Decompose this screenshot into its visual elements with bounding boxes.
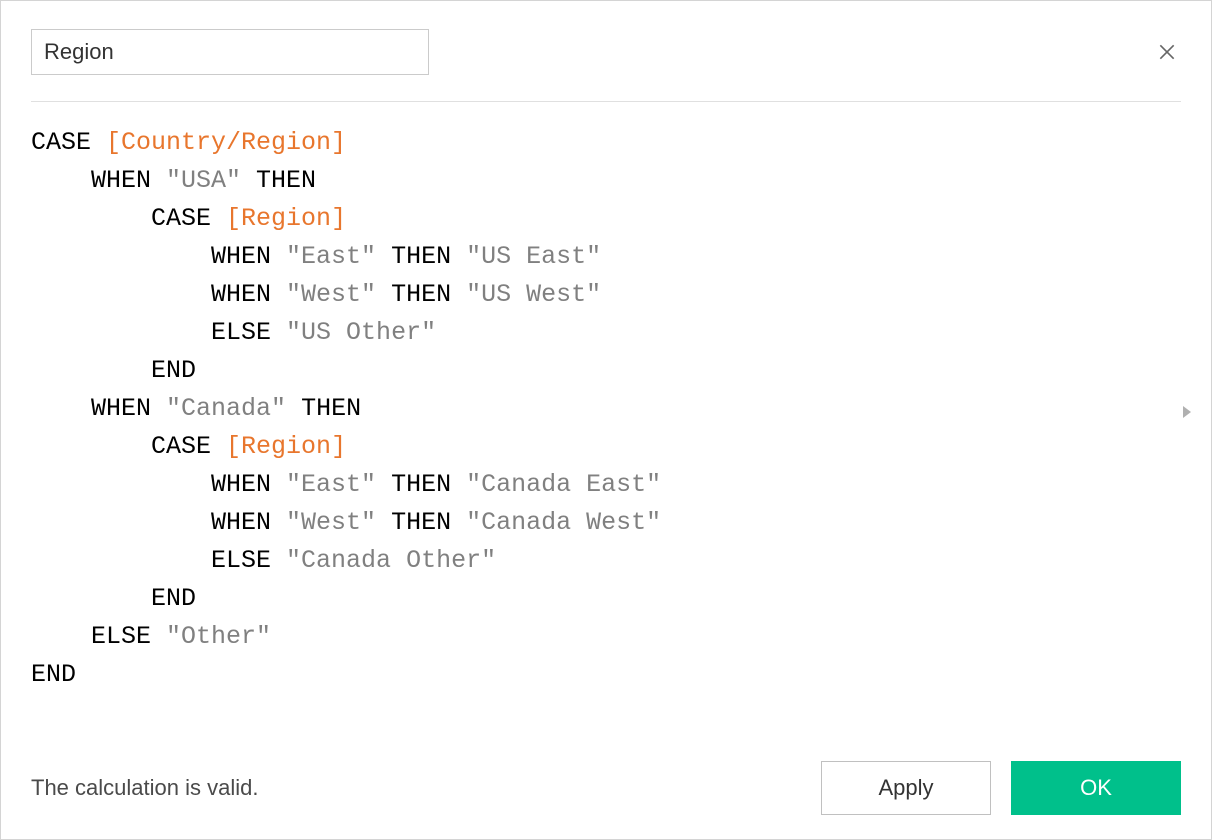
token-kw: WHEN [211,508,286,537]
token-str: "East" [286,470,376,499]
token-kw: THEN [286,394,361,423]
token-kw: ELSE [211,318,286,347]
calculated-field-dialog: CASE [Country/Region] WHEN "USA" THEN CA… [0,0,1212,840]
token-str: "USA" [166,166,241,195]
expand-functions-button[interactable] [1179,402,1195,422]
chevron-right-icon [1182,404,1192,420]
dialog-header [31,29,1181,75]
token-kw: THEN [241,166,316,195]
token-kw: CASE [151,432,226,461]
close-icon [1157,42,1177,62]
footer-buttons: Apply OK [821,761,1181,815]
token-kw: WHEN [211,470,286,499]
token-field: [Region] [226,432,346,461]
formula-editor[interactable]: CASE [Country/Region] WHEN "USA" THEN CA… [31,124,1181,694]
token-str: "US West" [466,280,601,309]
token-kw: END [151,356,196,385]
token-kw: END [31,660,76,689]
token-str: "US East" [466,242,601,271]
token-str: "West" [286,280,376,309]
token-kw: WHEN [211,242,286,271]
token-str: "Canada Other" [286,546,496,575]
apply-button[interactable]: Apply [821,761,991,815]
close-button[interactable] [1153,38,1181,66]
token-str: "Other" [166,622,271,651]
token-str: "Canada West" [466,508,661,537]
token-kw: THEN [376,508,466,537]
token-field: [Region] [226,204,346,233]
formula-editor-wrap: CASE [Country/Region] WHEN "USA" THEN CA… [31,124,1181,741]
token-kw: THEN [376,470,466,499]
field-name-input[interactable] [31,29,429,75]
token-kw: ELSE [211,546,286,575]
token-kw: CASE [151,204,226,233]
token-kw: CASE [31,128,106,157]
validation-message: The calculation is valid. [31,775,258,801]
token-str: "East" [286,242,376,271]
token-kw: WHEN [91,166,166,195]
token-str: "Canada East" [466,470,661,499]
token-kw: THEN [376,280,466,309]
token-kw: WHEN [91,394,166,423]
token-kw: END [151,584,196,613]
token-str: "US Other" [286,318,436,347]
header-divider [31,101,1181,102]
token-kw: THEN [376,242,466,271]
dialog-footer: The calculation is valid. Apply OK [31,741,1181,815]
token-str: "Canada" [166,394,286,423]
token-str: "West" [286,508,376,537]
token-kw: WHEN [211,280,286,309]
token-field: [Country/Region] [106,128,346,157]
ok-button[interactable]: OK [1011,761,1181,815]
token-kw: ELSE [91,622,166,651]
